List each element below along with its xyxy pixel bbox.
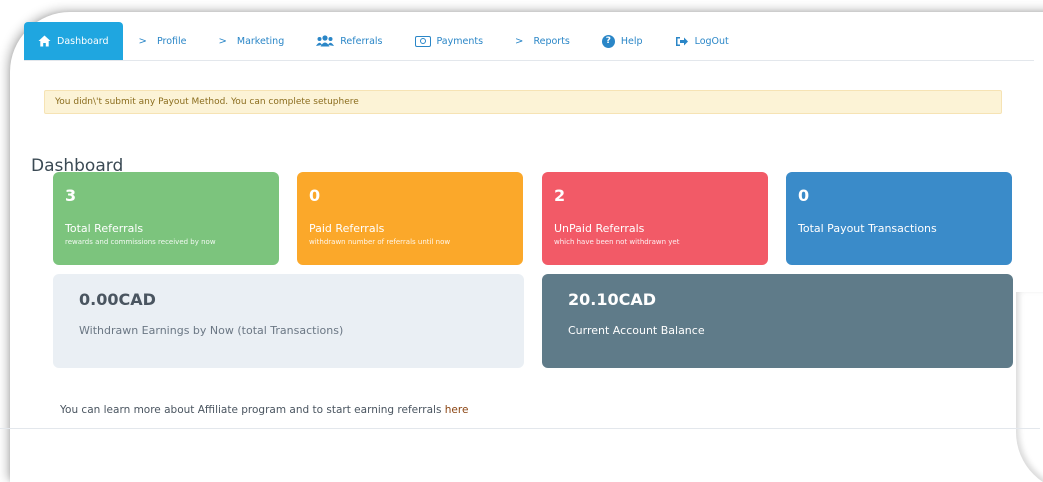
- nav-help[interactable]: ? Help: [586, 22, 659, 60]
- stat-paid-referrals: 0 Paid Referrals withdrawn number of ref…: [297, 172, 523, 265]
- nav-dashboard[interactable]: Dashboard: [24, 22, 123, 60]
- nav-label: Marketing: [236, 35, 285, 47]
- withdrawn-amount: 0.00CAD: [79, 290, 156, 309]
- nav-label: LogOut: [694, 35, 729, 47]
- chevron-right-icon: >: [515, 35, 524, 47]
- stat-value: 3: [65, 186, 77, 205]
- home-icon: [38, 35, 51, 47]
- payout-alert: You didn\'t submit any Payout Method. Yo…: [44, 90, 1002, 114]
- alert-text: You didn\'t submit any Payout Method. Yo…: [55, 97, 339, 107]
- affiliate-learn-link[interactable]: here: [445, 404, 469, 416]
- nav-label: Profile: [156, 35, 187, 47]
- alert-setup-link[interactable]: here: [338, 97, 358, 107]
- nav-label: Help: [620, 35, 643, 47]
- question-icon: ?: [601, 34, 615, 48]
- nav-label: Reports: [533, 35, 570, 47]
- divider: [0, 428, 1040, 429]
- stat-total-referrals: 3 Total Referrals rewards and commission…: [53, 172, 279, 265]
- nav-logout[interactable]: LogOut: [659, 22, 745, 60]
- chevron-right-icon: >: [218, 35, 227, 47]
- account-balance-card: 20.10CAD Current Account Balance: [542, 274, 1013, 368]
- users-icon: [316, 35, 335, 47]
- stat-value: 0: [309, 186, 321, 205]
- withdrawn-earnings-card: 0.00CAD Withdrawn Earnings by Now (total…: [53, 274, 524, 368]
- money-icon: [414, 35, 431, 47]
- footer-text: You can learn more about Affiliate progr…: [60, 404, 445, 416]
- top-nav: Dashboard > Profile > Marketing Referral…: [24, 22, 1034, 61]
- stat-value: 2: [554, 186, 566, 205]
- chevron-right-icon: >: [138, 35, 147, 47]
- frame-curl: [1016, 292, 1043, 482]
- stat-label: Total Referrals: [65, 222, 144, 235]
- nav-referrals[interactable]: Referrals: [300, 22, 398, 60]
- nav-payments[interactable]: Payments: [399, 22, 500, 60]
- sign-out-icon: [675, 36, 689, 47]
- nav-reports[interactable]: > Reports: [499, 22, 586, 60]
- stat-label: Paid Referrals: [309, 222, 385, 235]
- balance-label: Current Account Balance: [568, 324, 705, 337]
- stat-value: 0: [798, 186, 810, 205]
- balance-amount: 20.10CAD: [568, 290, 657, 309]
- stat-label: UnPaid Referrals: [554, 222, 645, 235]
- withdrawn-label: Withdrawn Earnings by Now (total Transac…: [79, 324, 344, 337]
- stat-sub: which have been not withdrawn yet: [554, 238, 680, 246]
- nav-label: Dashboard: [57, 35, 109, 47]
- nav-label: Referrals: [340, 35, 383, 47]
- nav-label: Payments: [436, 35, 484, 47]
- stat-sub: withdrawn number of referrals until now: [309, 238, 451, 246]
- nav-profile[interactable]: > Profile: [123, 22, 203, 60]
- nav-marketing[interactable]: > Marketing: [202, 22, 300, 60]
- stat-unpaid-referrals: 2 UnPaid Referrals which have been not w…: [542, 172, 768, 265]
- stat-sub: rewards and commissions received by now: [65, 238, 216, 246]
- stat-label: Total Payout Transactions: [798, 222, 937, 235]
- affiliate-info: You can learn more about Affiliate progr…: [60, 404, 468, 416]
- stat-payout-transactions: 0 Total Payout Transactions: [786, 172, 1012, 265]
